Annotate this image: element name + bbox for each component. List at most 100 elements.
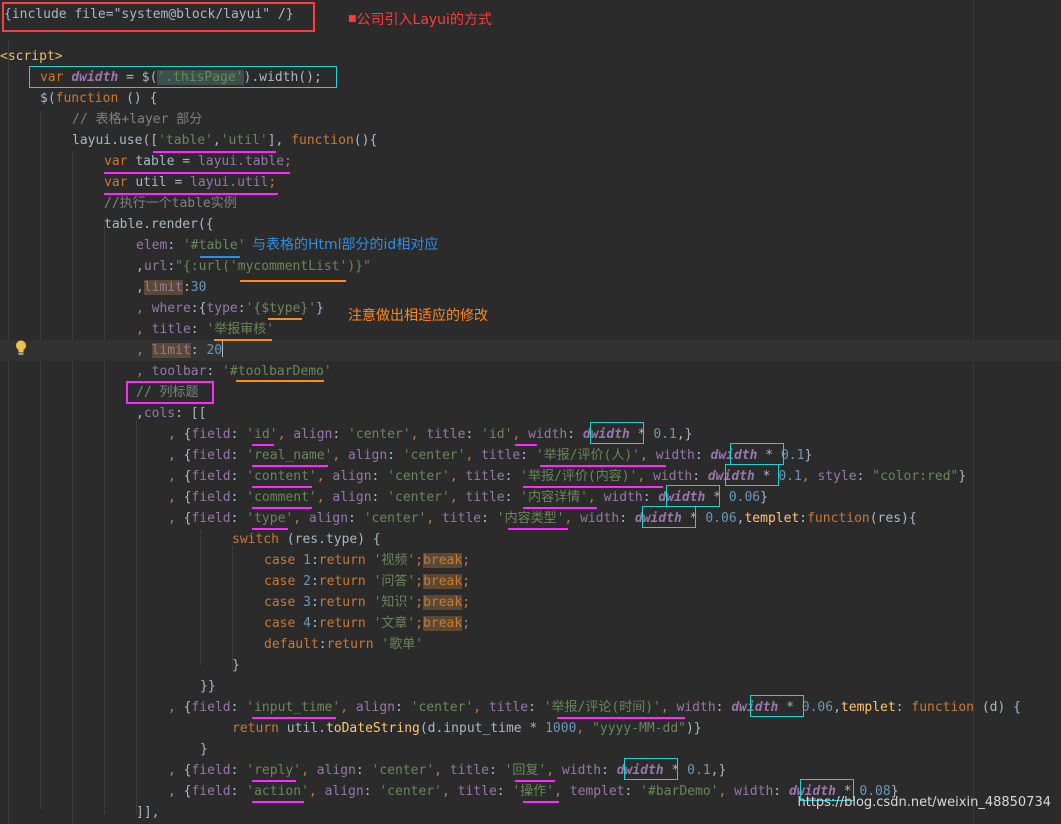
code-token: }: [200, 742, 208, 757]
title-value-underline: [523, 486, 663, 488]
code-token: align: [308, 511, 349, 526]
code-line[interactable]: $(function () {: [0, 88, 1061, 109]
code-line[interactable]: }}: [0, 676, 1061, 697]
code-token: ,: [277, 427, 294, 442]
code-line[interactable]: ,cols: [[: [0, 403, 1061, 424]
code-token: 'table': [158, 133, 213, 148]
code-token: width: [653, 469, 693, 484]
code-line[interactable]: elem: '#table': [0, 235, 1061, 256]
code-line[interactable]: <script>: [0, 46, 1061, 67]
lightbulb-icon[interactable]: [15, 340, 27, 356]
code-token: '举报/评价(内容)': [520, 469, 638, 484]
code-token: 1: [303, 553, 311, 568]
code-line[interactable]: switch (res.type) {: [0, 529, 1061, 550]
code-line[interactable]: // 表格+layer 部分: [0, 109, 1061, 130]
code-line[interactable]: //执行一个table实例: [0, 193, 1061, 214]
code-token: :: [488, 763, 505, 778]
code-line[interactable]: return util.toDateString(d.input_time * …: [0, 718, 1061, 739]
code-line[interactable]: table.render({: [0, 214, 1061, 235]
code-token: ,: [168, 448, 184, 463]
code-token: field: [191, 763, 231, 778]
code-token: 0.1: [687, 763, 711, 778]
code-token: ,: [340, 700, 356, 715]
code-token: 'center': [387, 469, 450, 484]
code-line[interactable]: }: [0, 739, 1061, 760]
code-token: ;: [462, 553, 471, 568]
modify-annotation: 注意做出相适应的修改: [348, 308, 488, 324]
field-underline: [252, 507, 312, 509]
title-value-underline: [523, 801, 559, 803]
field-underline: [252, 717, 336, 719]
code-token: '知识': [373, 595, 416, 610]
code-token: width: [655, 448, 695, 463]
code-line[interactable]: layui.use(['table','util'], function(){: [0, 130, 1061, 151]
code-token: :: [190, 343, 207, 358]
code-token: 'id': [246, 427, 278, 442]
code-token: field: [191, 427, 231, 442]
code-token: '问答': [373, 574, 416, 589]
code-token: 'center': [348, 427, 411, 442]
field-underline: [252, 801, 304, 803]
code-token: ,: [801, 469, 818, 484]
code-token: : [[: [175, 406, 207, 421]
code-line[interactable]: , {field: 'content', align: 'center', ti…: [0, 466, 1061, 487]
use-underline: [153, 151, 276, 153]
code-token: ;: [462, 616, 471, 631]
code-token: title: [151, 322, 191, 337]
code-line[interactable]: , {field: 'type', align: 'center', title…: [0, 508, 1061, 529]
code-token: :{: [190, 301, 207, 316]
code-token: 'content': [246, 469, 317, 484]
code-token: return: [318, 595, 374, 610]
code-line[interactable]: case 1:return '视频';break;: [0, 550, 1061, 571]
code-token: :: [230, 448, 247, 463]
code-editor[interactable]: {include file="system@block/layui" /} <sc…: [0, 0, 1061, 824]
code-token: templet: [840, 700, 896, 715]
code-line[interactable]: , title: '举报审核': [0, 319, 1061, 340]
code-line[interactable]: case 2:return '问答';break;: [0, 571, 1061, 592]
code-line[interactable]: , {field: 'input_time', align: 'center',…: [0, 697, 1061, 718]
code-line[interactable]: , {field: 'real_name', align: 'center', …: [0, 445, 1061, 466]
code-line[interactable]: ,limit:30: [0, 277, 1061, 298]
code-token: "{:url('mycommentList')}": [175, 259, 371, 274]
code-token: ;: [415, 574, 424, 589]
title-value-underline: [508, 528, 568, 530]
code-line[interactable]: var table = layui.table;: [0, 151, 1061, 172]
code-token: // 表格+layer 部分: [72, 112, 203, 127]
field-underline: [252, 465, 328, 467]
table-annotation: 与表格的Html部分的id相对应: [252, 237, 439, 253]
code-token: 'reply': [246, 763, 302, 778]
code-token: var: [104, 175, 136, 190]
code-line[interactable]: default:return '歌单': [0, 634, 1061, 655]
code-token: 'id': [481, 427, 513, 442]
code-token: :: [310, 595, 319, 610]
code-token: templet: [569, 784, 625, 799]
title-value-underline: [557, 717, 685, 719]
code-line[interactable]: , {field: 'reply', align: 'center', titl…: [0, 760, 1061, 781]
dwidth-box: [624, 758, 678, 780]
code-token: 'type': [246, 511, 294, 526]
code-token: width: [734, 784, 774, 799]
code-token: ,: [332, 448, 349, 463]
code-line[interactable]: , toolbar: '#toolbarDemo': [0, 361, 1061, 382]
code-line[interactable]: var util = layui.util;: [0, 172, 1061, 193]
code-line[interactable]: , limit: 20: [0, 340, 1061, 361]
code-line[interactable]: ,url:"{:url('mycommentList')}": [0, 256, 1061, 277]
code-line[interactable]: case 3:return '知识';break;: [0, 592, 1061, 613]
code-token: field: [191, 784, 231, 799]
code-token: ,}: [676, 427, 693, 442]
code-token: ,: [441, 784, 458, 799]
code-line[interactable]: }: [0, 655, 1061, 676]
code-line[interactable]: , {field: 'comment', align: 'center', ti…: [0, 487, 1061, 508]
code-token: 'action': [246, 784, 309, 799]
code-token: title: [426, 427, 466, 442]
code-token: ,: [426, 511, 442, 526]
code-line[interactable]: , {field: 'id', align: 'center', title: …: [0, 424, 1061, 445]
code-token: ;: [415, 616, 424, 631]
code-token: ,: [640, 448, 656, 463]
code-token: :: [230, 469, 247, 484]
code-line[interactable]: case 4:return '文章';break;: [0, 613, 1061, 634]
code-token: '举报/评价(人)': [535, 448, 641, 463]
code-token: //执行一个table实例: [104, 196, 237, 211]
code-line[interactable]: , where:{type:'{$type}'}: [0, 298, 1061, 319]
code-token: :: [694, 448, 711, 463]
